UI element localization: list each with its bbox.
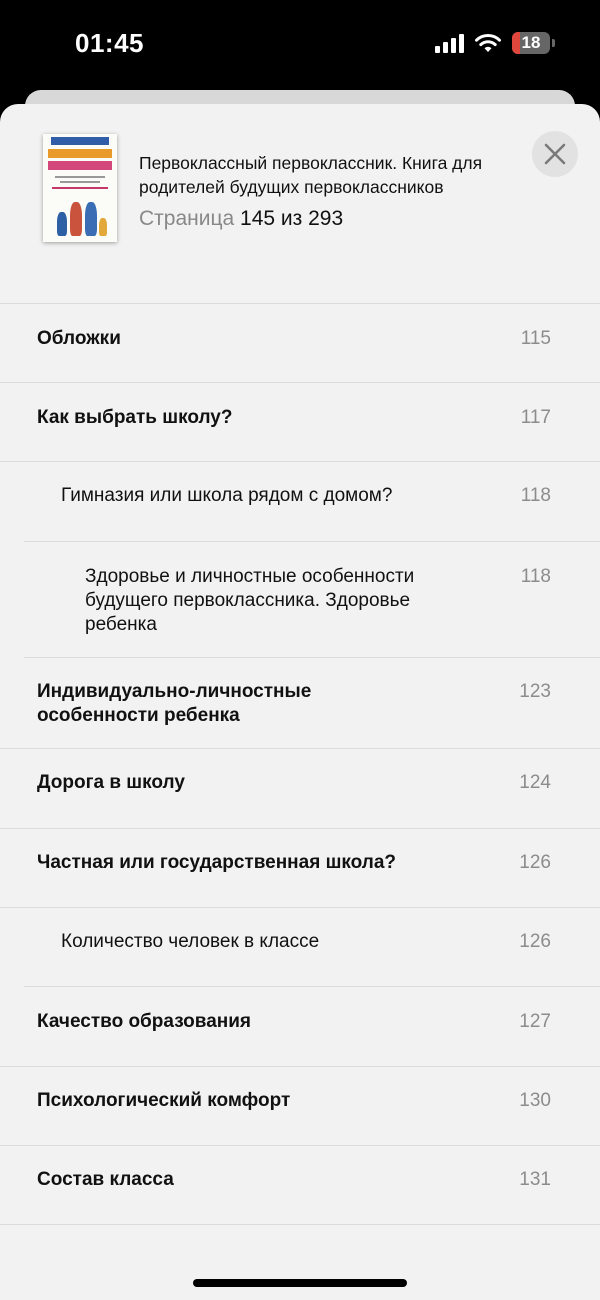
toc-item-label: Частная или государственная школа? [37, 852, 397, 873]
toc-item[interactable]: Гимназия или школа рядом с домом? 118 [24, 462, 600, 542]
toc-item-label: Здоровье и личностные особенности будуще… [85, 566, 415, 635]
toc-item[interactable]: Обложки 115 [0, 304, 600, 383]
toc-item-label: Психологический комфорт [37, 1090, 291, 1111]
home-indicator[interactable] [193, 1279, 407, 1287]
toc-item[interactable]: Индивидуально-личностные особенности реб… [0, 658, 600, 749]
toc-item[interactable]: Частная или государственная школа? 126 [0, 829, 600, 908]
battery-icon: 18 [512, 32, 555, 54]
toc-item-page: 118 [520, 566, 551, 587]
book-header: Первоклассный первоклассник. Книга для р… [0, 104, 600, 304]
page-of-label: из [280, 207, 303, 230]
toc-item[interactable]: Психологический комфорт 130 [0, 1067, 600, 1146]
toc-item-page: 118 [520, 485, 551, 506]
toc-item-page: 131 [519, 1169, 551, 1190]
toc-item[interactable]: Качество образования 127 [0, 987, 600, 1067]
toc-item-label: Индивидуально-личностные особенности реб… [37, 681, 312, 726]
toc-list: Обложки 115 Как выбрать школу? 117 Гимна… [0, 304, 600, 1225]
table-of-contents-sheet: Первоклассный первоклассник. Книга для р… [0, 104, 600, 1300]
close-button[interactable] [532, 131, 578, 177]
toc-item-page: 123 [519, 681, 551, 702]
toc-item-page: 126 [519, 852, 551, 873]
toc-item-page: 127 [519, 1011, 551, 1032]
close-icon [544, 143, 566, 165]
current-page: 145 [240, 207, 276, 230]
total-pages: 293 [308, 207, 344, 230]
status-icons: 18 [435, 32, 555, 54]
cellular-signal-icon [435, 33, 464, 53]
toc-item-page: 124 [519, 772, 551, 793]
toc-item-label: Как выбрать школу? [37, 407, 233, 428]
status-bar: 01:45 18 [0, 0, 600, 90]
book-cover-image [43, 134, 117, 242]
book-title: Первоклассный первоклассник. Книга для р… [139, 153, 483, 197]
toc-item-label: Количество человек в классе [61, 931, 320, 952]
status-time: 01:45 [75, 28, 144, 58]
toc-item[interactable]: Как выбрать школу? 117 [0, 383, 600, 462]
toc-item[interactable]: Дорога в школу 124 [0, 749, 600, 829]
battery-level: 18 [521, 33, 541, 52]
toc-item-page: 130 [519, 1090, 551, 1111]
toc-item[interactable]: Количество человек в классе 126 [24, 908, 600, 987]
page-indicator: Страница 145 из 293 [139, 207, 343, 231]
toc-item-label: Состав класса [37, 1169, 174, 1190]
toc-item-page: 117 [520, 407, 551, 428]
toc-item-label: Качество образования [37, 1011, 252, 1032]
page-label: Страница [139, 207, 235, 230]
toc-item-page: 115 [520, 328, 551, 349]
toc-item-label: Обложки [37, 328, 121, 349]
toc-item-label: Гимназия или школа рядом с домом? [61, 485, 393, 506]
toc-item[interactable]: Состав класса 131 [0, 1146, 600, 1225]
toc-item[interactable]: Здоровье и личностные особенности будуще… [24, 542, 600, 658]
toc-item-page: 126 [519, 931, 551, 952]
toc-item-label: Дорога в школу [37, 772, 185, 793]
wifi-icon [475, 34, 501, 52]
